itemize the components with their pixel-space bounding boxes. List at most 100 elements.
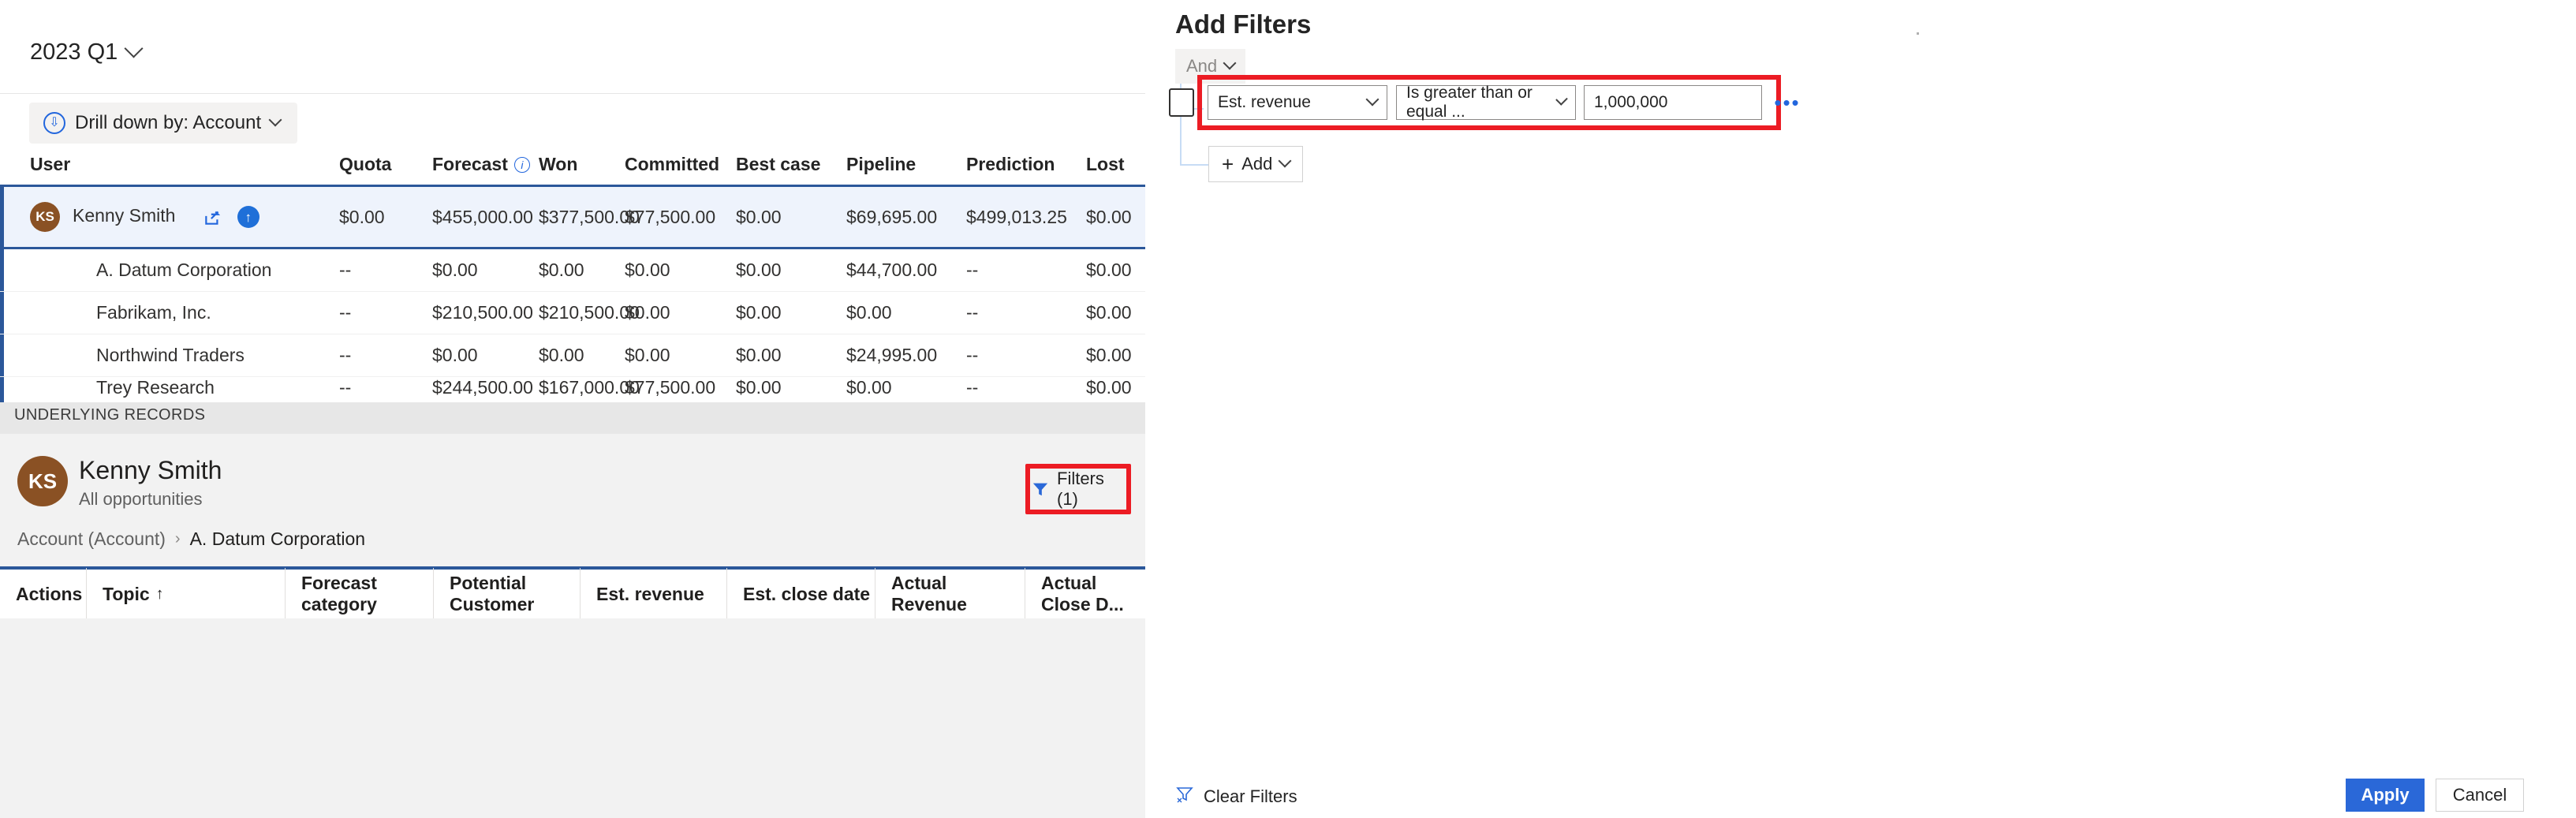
chevron-down-icon [125, 39, 144, 58]
cell-quota: $0.00 [339, 207, 432, 228]
cell-lost: $0.00 [1086, 302, 1145, 323]
cell-won: $210,500.00 [539, 302, 625, 323]
column-header-topic[interactable]: Topic ↑ [87, 568, 286, 620]
column-header-est-revenue[interactable]: Est. revenue [581, 568, 727, 620]
column-header-prediction[interactable]: Prediction [966, 154, 1086, 175]
funnel-icon [1032, 480, 1049, 498]
forecast-grid-header: User Quota Forecasti Won Committed Best … [0, 144, 1145, 185]
cell-account-name: A. Datum Corporation [0, 260, 339, 281]
row-actions: ↑ [203, 206, 259, 228]
cell-best-case: $0.00 [736, 302, 846, 323]
arrow-up-circle-icon[interactable]: ↑ [237, 206, 259, 228]
column-header-actual-revenue[interactable]: Actual Revenue [875, 568, 1025, 620]
filter-operator-value: Is greater than or equal ... [1406, 84, 1558, 121]
filter-value-text: 1,000,000 [1594, 93, 1667, 112]
filters-button-label: Filters (1) [1057, 469, 1125, 510]
column-header-actual-close-date[interactable]: Actual Close D... [1025, 568, 1145, 620]
column-header-pipeline[interactable]: Pipeline [846, 154, 966, 175]
column-header-user[interactable]: User [0, 154, 339, 175]
cell-forecast: $0.00 [432, 260, 539, 281]
cell-quota: -- [339, 302, 432, 323]
cell-lost: $0.00 [1086, 377, 1145, 398]
column-header-committed[interactable]: Committed [625, 154, 736, 175]
info-icon[interactable]: i [514, 157, 530, 173]
cell-quota: -- [339, 377, 432, 398]
app-root: 2023 Q1 ⇩ Drill down by: Account User Qu… [0, 0, 2576, 818]
table-row[interactable]: Trey Research -- $244,500.00 $167,000.00… [0, 377, 1145, 404]
drill-down-button[interactable]: ⇩ Drill down by: Account [29, 103, 297, 144]
cell-prediction: -- [966, 377, 1086, 398]
table-row[interactable]: Fabrikam, Inc. -- $210,500.00 $210,500.0… [0, 292, 1145, 334]
clear-filter-icon [1175, 785, 1194, 809]
cell-account-name: Northwind Traders [0, 345, 339, 366]
cell-quota: -- [339, 345, 432, 366]
clear-filters-label: Clear Filters [1204, 786, 1297, 807]
column-header-forecast[interactable]: Forecasti [432, 154, 539, 175]
add-filters-panel: Add Filters And Est. revenue Is greater … [1145, 0, 2576, 818]
add-filter-button[interactable]: + Add [1208, 146, 1303, 182]
drill-down-label: Drill down by: Account [75, 112, 261, 134]
row-selection-bar [0, 292, 4, 334]
cell-won: $167,000.00 [539, 377, 625, 398]
header-divider [0, 93, 1145, 94]
breadcrumb: Account (Account) › A. Datum Corporation [17, 529, 365, 550]
cell-won: $0.00 [539, 345, 625, 366]
column-header-quota[interactable]: Quota [339, 154, 432, 175]
breadcrumb-separator: › [175, 530, 181, 548]
more-horizontal-icon[interactable]: ••• [1770, 85, 1805, 120]
share-icon[interactable] [203, 207, 223, 227]
cell-prediction: $499,013.25 [966, 207, 1086, 228]
avatar: KS [30, 202, 60, 232]
cell-prediction: -- [966, 302, 1086, 323]
table-row[interactable]: KSKenny Smith ↑ $0.00 $455,000.00 $377,5… [0, 185, 1145, 249]
cancel-button[interactable]: Cancel [2436, 779, 2524, 812]
period-bar: 2023 Q1 [0, 41, 1145, 82]
column-header-est-close-date[interactable]: Est. close date [727, 568, 875, 620]
column-header-forecast-category[interactable]: Forecast category [286, 568, 434, 620]
table-row[interactable]: A. Datum Corporation -- $0.00 $0.00 $0.0… [0, 249, 1145, 292]
cell-prediction: -- [966, 260, 1086, 281]
cell-pipeline: $69,695.00 [846, 207, 966, 228]
filters-button[interactable]: Filters (1) [1032, 470, 1125, 508]
user-name: Kenny Smith [73, 205, 175, 226]
cell-won: $0.00 [539, 260, 625, 281]
filter-field-dropdown[interactable]: Est. revenue [1208, 85, 1387, 120]
avatar: KS [17, 456, 68, 506]
cell-forecast: $244,500.00 [432, 377, 539, 398]
period-selector[interactable]: 2023 Q1 [30, 41, 140, 64]
row-selection-bar [0, 249, 4, 291]
plus-icon: + [1222, 154, 1234, 174]
table-row[interactable]: Northwind Traders -- $0.00 $0.00 $0.00 $… [0, 334, 1145, 377]
cell-committed: $77,500.00 [625, 207, 736, 228]
filter-operator-dropdown[interactable]: Is greater than or equal ... [1396, 85, 1576, 120]
column-header-best-case[interactable]: Best case [736, 154, 846, 175]
page-title: Add Filters [1175, 9, 1311, 39]
cell-prediction: -- [966, 345, 1086, 366]
column-header-won[interactable]: Won [539, 154, 625, 175]
breadcrumb-root[interactable]: Account (Account) [17, 529, 166, 550]
cell-forecast: $0.00 [432, 345, 539, 366]
forecast-grid: User Quota Forecasti Won Committed Best … [0, 144, 1145, 404]
apply-button[interactable]: Apply [2346, 779, 2425, 812]
record-owner-name: Kenny Smith [79, 456, 222, 485]
period-label: 2023 Q1 [30, 41, 118, 64]
filter-row-checkbox[interactable] [1169, 88, 1194, 117]
drill-down-icon: ⇩ [43, 112, 65, 134]
add-filter-label: Add [1241, 154, 1272, 174]
column-header-actions[interactable]: Actions [0, 568, 87, 620]
filter-value-input[interactable]: 1,000,000 [1584, 85, 1762, 120]
column-header-potential-customer[interactable]: Potential Customer [434, 568, 581, 620]
breadcrumb-current: A. Datum Corporation [190, 529, 365, 550]
cell-account-name: Fabrikam, Inc. [0, 302, 339, 323]
cell-pipeline: $44,700.00 [846, 260, 966, 281]
cell-pipeline: $24,995.00 [846, 345, 966, 366]
cell-best-case: $0.00 [736, 207, 846, 228]
column-header-lost[interactable]: Lost [1086, 154, 1145, 175]
underlying-records-label: UNDERLYING RECORDS [14, 406, 205, 424]
clear-filters-button[interactable]: Clear Filters [1175, 785, 1297, 809]
forecast-user-cell: KS Kenny Smith ↑ [0, 202, 339, 232]
cell-committed: $0.00 [625, 260, 736, 281]
logic-operator-label: And [1186, 56, 1217, 77]
chevron-down-icon [1366, 93, 1379, 106]
cell-account-name: Trey Research [0, 377, 339, 398]
